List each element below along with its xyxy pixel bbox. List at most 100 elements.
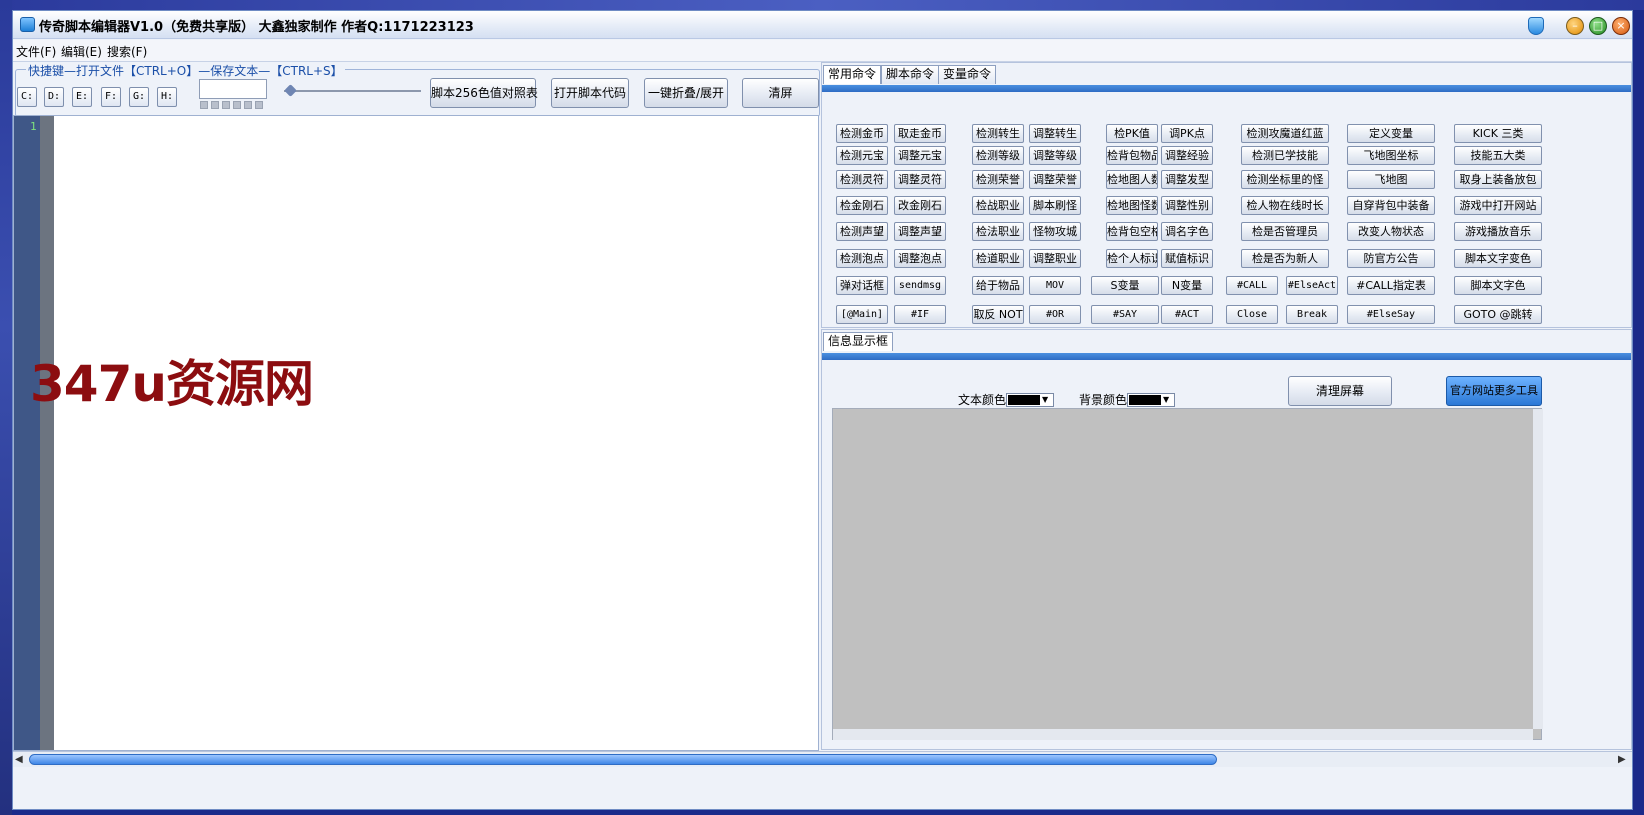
command-button[interactable]: 改金刚石 [894,196,946,215]
info-vertical-scrollbar[interactable] [1533,409,1543,729]
menu-search[interactable]: 搜索(F) [107,43,147,60]
tab-script-commands[interactable]: 脚本命令 [881,65,940,84]
command-button[interactable]: #ACT [1161,305,1213,324]
command-button[interactable]: Close [1226,305,1278,324]
command-button[interactable]: 检法职业 [972,222,1024,241]
command-button[interactable]: Break [1286,305,1338,324]
tab-info-display[interactable]: 信息显示框 [823,332,894,351]
command-button[interactable]: 调整等级 [1029,146,1081,165]
fold-margin[interactable] [40,116,54,750]
command-button[interactable]: 弹对话框 [836,276,888,295]
command-button[interactable]: 检测金币 [836,124,888,143]
command-button[interactable]: 检PK值 [1106,124,1158,143]
command-button[interactable]: 检背包物品 [1106,146,1158,165]
color-preview-box[interactable] [199,79,267,99]
command-button[interactable]: 调整经验 [1161,146,1213,165]
command-button[interactable]: 取反 NOT [972,305,1024,324]
drive-d-button[interactable]: D: [44,87,64,107]
command-button[interactable]: 检个人标识 [1106,249,1158,268]
title-bar[interactable]: 传奇脚本编辑器V1.0（免费共享版） 大鑫独家制作 作者Q:1171223123… [13,11,1632,39]
command-button[interactable]: 检是否管理员 [1241,222,1329,241]
command-button[interactable]: 调整发型 [1161,170,1213,189]
command-button[interactable]: #IF [894,305,946,324]
command-button[interactable]: 检地图人数 [1106,170,1158,189]
color-swatch[interactable] [255,101,263,109]
command-button[interactable]: 调整荣誉 [1029,170,1081,189]
command-button[interactable]: 定义变量 [1347,124,1435,143]
clear-button[interactable]: 清屏 [742,78,819,108]
command-button[interactable]: 检金刚石 [836,196,888,215]
command-button[interactable]: 检测声望 [836,222,888,241]
command-button[interactable]: 自穿背包中装备 [1347,196,1435,215]
command-button[interactable]: 检道职业 [972,249,1024,268]
command-button[interactable]: 调名字色 [1161,222,1213,241]
close-button[interactable]: × [1612,17,1630,35]
script-editor[interactable]: 1 347u资源网 [13,115,819,751]
command-button[interactable]: #ElseAct [1286,276,1338,295]
bg-color-select[interactable]: ▼ [1127,393,1175,407]
command-button[interactable]: 检背包空格 [1106,222,1158,241]
command-button[interactable]: 防官方公告 [1347,249,1435,268]
command-button[interactable]: sendmsg [894,276,946,295]
scroll-right-arrow-icon[interactable]: ▶ [1618,754,1626,765]
text-color-select[interactable]: ▼ [1006,393,1054,407]
command-button[interactable]: 取身上装备放包 [1454,170,1542,189]
command-button[interactable]: 调PK点 [1161,124,1213,143]
command-button[interactable]: MOV [1029,276,1081,295]
command-button[interactable]: 赋值标识 [1161,249,1213,268]
command-button[interactable]: 脚本文字变色 [1454,249,1542,268]
command-button[interactable]: 调整职业 [1029,249,1081,268]
command-button[interactable]: 检测攻魔道红蓝 [1241,124,1329,143]
command-button[interactable]: 检测已学技能 [1241,146,1329,165]
command-button[interactable]: 检测转生 [972,124,1024,143]
open-code-button[interactable]: 打开脚本代码 [551,78,629,108]
command-button[interactable]: 游戏播放音乐 [1454,222,1542,241]
command-button[interactable]: 调整声望 [894,222,946,241]
command-button[interactable]: 飞地图 [1347,170,1435,189]
command-button[interactable]: 飞地图坐标 [1347,146,1435,165]
command-button[interactable]: 调整元宝 [894,146,946,165]
command-button[interactable]: 怪物攻城 [1029,222,1081,241]
command-button[interactable]: 脚本刷怪 [1029,196,1081,215]
command-button[interactable]: #SAY [1091,305,1159,324]
command-button[interactable]: #OR [1029,305,1081,324]
command-button[interactable]: 检测坐标里的怪 [1241,170,1329,189]
skin-shield-icon[interactable] [1528,17,1544,35]
command-button[interactable]: 检测元宝 [836,146,888,165]
color-swatch[interactable] [222,101,230,109]
drive-f-button[interactable]: F: [101,87,121,107]
scrollbar-thumb[interactable] [29,754,1217,765]
command-button[interactable]: 脚本文字色 [1454,276,1542,295]
tab-variable-commands[interactable]: 变量命令 [938,65,997,84]
color-swatch[interactable] [200,101,208,109]
color-swatch[interactable] [233,101,241,109]
drive-h-button[interactable]: H: [157,87,177,107]
command-button[interactable]: N变量 [1161,276,1213,295]
command-button[interactable]: 游戏中打开网站 [1454,196,1542,215]
command-button[interactable]: 检测泡点 [836,249,888,268]
tab-common-commands[interactable]: 常用命令 [823,65,882,84]
command-button[interactable]: 给于物品 [972,276,1024,295]
minimize-button[interactable]: – [1566,17,1584,35]
maximize-button[interactable]: □ [1589,17,1607,35]
drive-c-button[interactable]: C: [17,87,37,107]
command-button[interactable]: #CALL指定表 [1347,276,1435,295]
command-button[interactable]: 调整灵符 [894,170,946,189]
command-button[interactable]: 调整转生 [1029,124,1081,143]
command-button[interactable]: 检测荣誉 [972,170,1024,189]
command-button[interactable]: #CALL [1226,276,1278,295]
info-horizontal-scrollbar[interactable] [833,729,1533,740]
menu-file[interactable]: 文件(F) [16,43,56,60]
color-swatch[interactable] [244,101,252,109]
command-button[interactable]: S变量 [1091,276,1159,295]
command-button[interactable]: 检人物在线时长 [1241,196,1329,215]
command-button[interactable]: [@Main] [836,305,888,324]
command-button[interactable]: 调整性别 [1161,196,1213,215]
command-button[interactable]: 取走金币 [894,124,946,143]
color-table-button[interactable]: 脚本256色值对照表 [430,78,538,108]
command-button[interactable]: 检战职业 [972,196,1024,215]
command-button[interactable]: 检地图怪数 [1106,196,1158,215]
command-button[interactable]: #ElseSay [1347,305,1435,324]
command-button[interactable]: 检测灵符 [836,170,888,189]
slider-thumb[interactable] [284,84,297,97]
